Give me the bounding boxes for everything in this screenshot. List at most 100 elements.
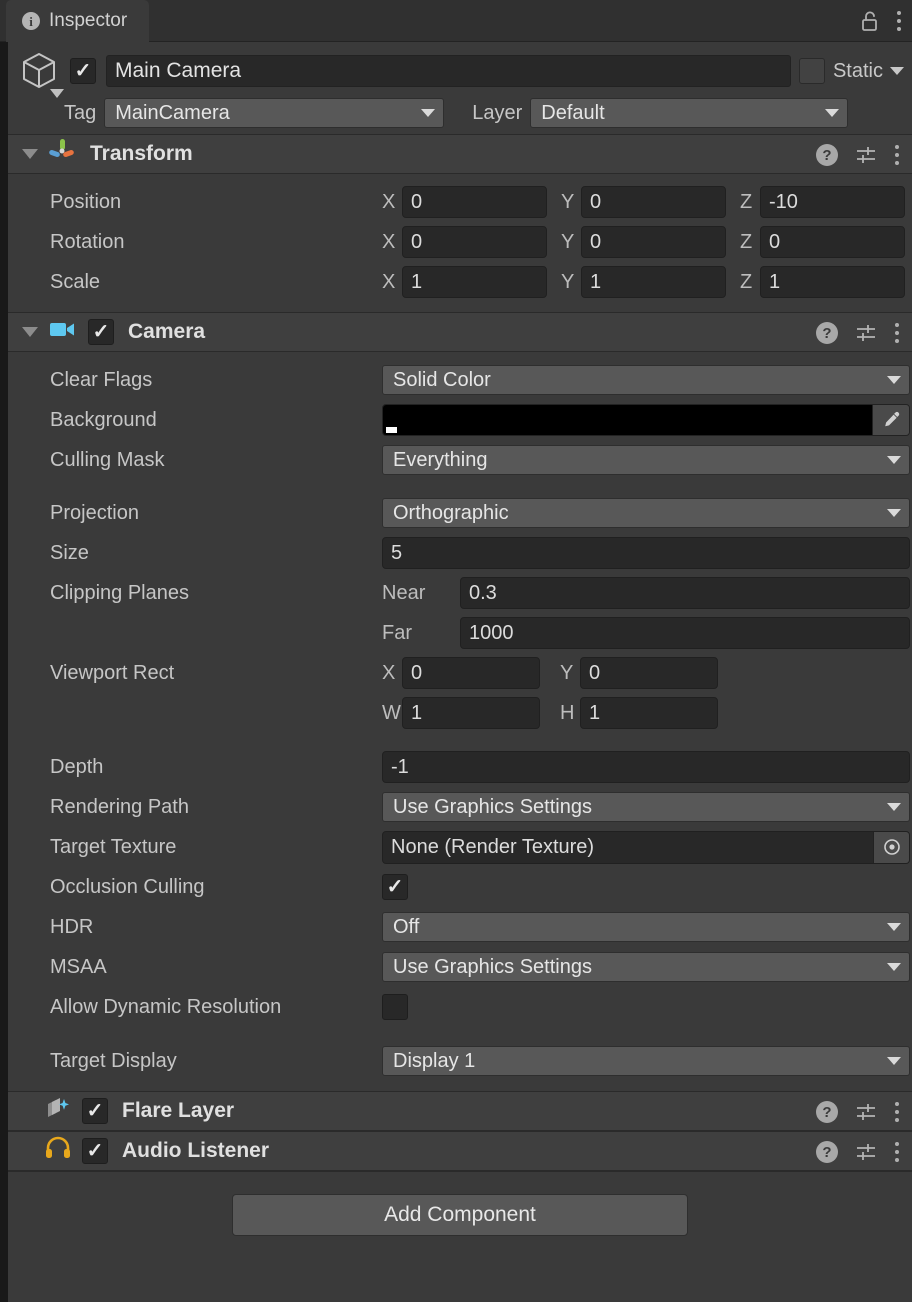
kebab-menu-icon[interactable]: [896, 10, 902, 32]
viewport-w-input[interactable]: 1: [402, 697, 540, 729]
viewport-x-input[interactable]: 0: [402, 657, 540, 689]
static-checkbox[interactable]: [798, 58, 825, 84]
component-header-camera[interactable]: Camera ?: [8, 312, 912, 352]
occlusion-culling-checkbox[interactable]: [382, 874, 408, 900]
msaa-value: Use Graphics Settings: [393, 955, 592, 978]
position-z-input[interactable]: -10: [760, 186, 905, 218]
viewport-h-label: H: [560, 701, 575, 724]
alpha-indicator: [386, 427, 397, 433]
culling-mask-label: Culling Mask: [50, 448, 165, 471]
headphones-icon: [44, 1136, 72, 1166]
property-row-clear-flags: Clear Flags Solid Color: [8, 360, 912, 400]
axis-z-label: Z: [740, 270, 753, 293]
msaa-dropdown[interactable]: Use Graphics Settings: [382, 952, 910, 982]
scale-x-input[interactable]: 1: [402, 266, 547, 298]
static-label: Static: [832, 59, 883, 82]
position-y-input[interactable]: 0: [581, 186, 726, 218]
component-header-flare-layer[interactable]: Flare Layer ?: [8, 1091, 912, 1131]
kebab-menu-icon[interactable]: [894, 1101, 900, 1123]
rotation-y-input[interactable]: 0: [581, 226, 726, 258]
viewport-y-input[interactable]: 0: [580, 657, 718, 689]
msaa-label: MSAA: [50, 955, 107, 978]
hdr-dropdown[interactable]: Off: [382, 912, 910, 942]
viewport-h-input[interactable]: 1: [580, 697, 718, 729]
allow-dynamic-resolution-checkbox[interactable]: [382, 994, 408, 1020]
layer-dropdown[interactable]: Default: [530, 98, 849, 128]
kebab-menu-icon[interactable]: [894, 322, 900, 344]
camera-enabled-checkbox[interactable]: [88, 319, 114, 345]
property-row-viewport-wh: W 1 H 1: [8, 693, 912, 733]
property-row-target-texture: Target Texture None (Render Texture): [8, 827, 912, 867]
preset-settings-icon[interactable]: [855, 1102, 877, 1122]
tag-label: Tag: [64, 101, 97, 124]
projection-dropdown[interactable]: Orthographic: [382, 498, 910, 528]
kebab-menu-icon[interactable]: [894, 1141, 900, 1163]
tab-inspector[interactable]: i Inspector: [6, 0, 150, 42]
scale-y-input[interactable]: 1: [581, 266, 726, 298]
add-component-button[interactable]: Add Component: [232, 1194, 688, 1236]
preset-settings-icon[interactable]: [855, 323, 877, 343]
hdr-value: Off: [393, 915, 420, 938]
chevron-down-icon: [421, 109, 436, 117]
help-icon[interactable]: ?: [816, 144, 838, 166]
property-row-position: Position X 0 Y 0 Z -10: [8, 182, 912, 222]
transform-properties: Position X 0 Y 0 Z -10 Rotation X 0 Y 0 …: [8, 174, 912, 312]
hdr-label: HDR: [50, 915, 94, 938]
clipping-far-input[interactable]: 1000: [460, 617, 910, 649]
background-color-field[interactable]: [382, 404, 910, 436]
kebab-menu-icon[interactable]: [894, 144, 900, 166]
size-input[interactable]: 5: [382, 537, 910, 569]
chevron-down-icon: [825, 109, 840, 117]
lock-open-icon[interactable]: [860, 10, 880, 32]
inspector-panel: Main Camera Static Tag MainCamera Layer …: [8, 42, 912, 1302]
viewport-rect-label: Viewport Rect: [50, 661, 175, 684]
property-row-depth: Depth -1: [8, 747, 912, 787]
culling-mask-dropdown[interactable]: Everything: [382, 445, 910, 475]
gameobject-enabled-checkbox[interactable]: [70, 58, 96, 84]
property-row-scale: Scale X 1 Y 1 Z 1: [8, 262, 912, 302]
rendering-path-dropdown[interactable]: Use Graphics Settings: [382, 792, 910, 822]
position-x-input[interactable]: 0: [402, 186, 547, 218]
component-header-transform[interactable]: Transform ?: [8, 134, 912, 174]
background-color-swatch[interactable]: [383, 405, 872, 435]
help-icon[interactable]: ?: [816, 1141, 838, 1163]
rotation-x-input[interactable]: 0: [402, 226, 547, 258]
property-row-projection: Projection Orthographic: [8, 493, 912, 533]
help-icon[interactable]: ?: [816, 322, 838, 344]
object-picker-icon[interactable]: [873, 831, 909, 863]
chevron-down-icon: [887, 456, 901, 464]
tag-dropdown[interactable]: MainCamera: [104, 98, 445, 128]
gameobject-name-input[interactable]: Main Camera: [106, 55, 791, 87]
foldout-camera-icon[interactable]: [22, 327, 38, 337]
background-label: Background: [50, 408, 157, 431]
clear-flags-label: Clear Flags: [50, 368, 153, 391]
tab-bar: i Inspector: [0, 0, 912, 42]
depth-input[interactable]: -1: [382, 751, 910, 783]
cube-dropdown-icon[interactable]: [50, 89, 64, 98]
static-dropdown-icon[interactable]: [890, 67, 904, 75]
target-texture-field[interactable]: None (Render Texture): [382, 830, 910, 864]
preset-settings-icon[interactable]: [855, 145, 877, 165]
audio-listener-enabled-checkbox[interactable]: [82, 1138, 108, 1164]
eyedropper-icon[interactable]: [872, 405, 909, 435]
tab-inspector-label: Inspector: [49, 10, 128, 31]
component-header-audio-listener[interactable]: Audio Listener ?: [8, 1131, 912, 1171]
axis-y-label: Y: [561, 270, 575, 293]
axis-z-label: Z: [740, 230, 753, 253]
clipping-near-input[interactable]: 0.3: [460, 577, 910, 609]
target-display-dropdown[interactable]: Display 1: [382, 1046, 910, 1076]
clear-flags-dropdown[interactable]: Solid Color: [382, 365, 910, 395]
scale-z-input[interactable]: 1: [760, 266, 905, 298]
preset-settings-icon[interactable]: [855, 1142, 877, 1162]
help-icon[interactable]: ?: [816, 1101, 838, 1123]
position-label: Position: [50, 190, 122, 213]
property-row-hdr: HDR Off: [8, 907, 912, 947]
projection-value: Orthographic: [393, 501, 509, 524]
axis-y-label: Y: [561, 230, 575, 253]
cube-icon[interactable]: [16, 48, 64, 98]
property-row-size: Size 5: [8, 533, 912, 573]
rotation-z-input[interactable]: 0: [760, 226, 905, 258]
property-row-allow-dynamic-resolution: Allow Dynamic Resolution: [8, 987, 912, 1027]
foldout-transform-icon[interactable]: [22, 149, 38, 159]
flare-layer-enabled-checkbox[interactable]: [82, 1098, 108, 1124]
